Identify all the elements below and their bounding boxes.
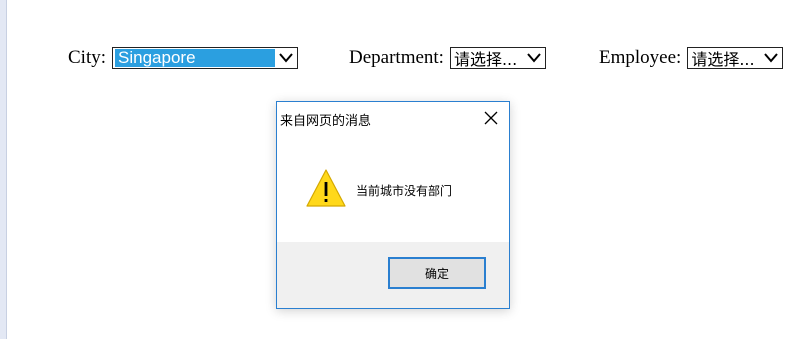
dialog-footer: 确定 bbox=[277, 242, 509, 308]
department-select-value: 请选择... bbox=[453, 50, 518, 68]
city-label: City: bbox=[68, 47, 107, 68]
ok-button[interactable]: 确定 bbox=[388, 257, 486, 289]
alert-dialog: 来自网页的消息 当前城市没有部门 确定 bbox=[276, 101, 510, 309]
dialog-titlebar[interactable]: 来自网页的消息 bbox=[277, 102, 509, 134]
close-icon[interactable] bbox=[483, 110, 499, 126]
employee-label: Employee: bbox=[599, 47, 682, 68]
chevron-down-icon bbox=[523, 48, 545, 68]
department-field: Department: 请选择... bbox=[349, 45, 546, 71]
city-select-value: Singapore bbox=[115, 49, 276, 67]
employee-select[interactable]: 请选择... bbox=[687, 47, 784, 69]
employee-field: Employee: 请选择... bbox=[599, 45, 784, 71]
department-label: Department: bbox=[349, 47, 444, 68]
warning-icon bbox=[305, 168, 347, 208]
department-select[interactable]: 请选择... bbox=[449, 47, 546, 69]
chevron-down-icon bbox=[275, 48, 297, 68]
dialog-message: 当前城市没有部门 bbox=[356, 184, 453, 198]
employee-select-value: 请选择... bbox=[691, 50, 755, 68]
dialog-title: 来自网页的消息 bbox=[280, 114, 372, 129]
chevron-down-icon bbox=[760, 48, 782, 68]
window-left-edge bbox=[0, 0, 7, 339]
city-field: City: Singapore bbox=[68, 45, 299, 71]
city-select[interactable]: Singapore bbox=[112, 47, 299, 69]
